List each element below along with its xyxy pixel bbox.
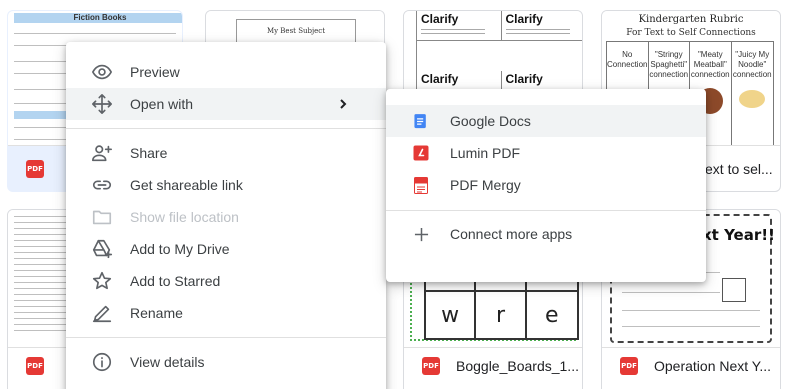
thumb-title: xt Year!! (702, 226, 775, 244)
menu-item-view-details[interactable]: View details (66, 346, 386, 378)
submenu-item-connect-apps[interactable]: Connect more apps (386, 218, 706, 250)
pdf-file-icon: PDF (422, 357, 440, 375)
menu-divider (66, 128, 386, 129)
thumb-subtitle: For Text to Self Connections (626, 28, 756, 38)
thumb-word: Clarify (505, 12, 543, 26)
thumb-title: Fiction Books (73, 13, 127, 22)
submenu-divider (386, 210, 706, 211)
google-docs-icon (413, 112, 429, 130)
plus-icon (413, 225, 429, 243)
pdf-file-icon: PDF (26, 357, 44, 375)
submenu-item-pdf-mergy[interactable]: PDF Mergy (386, 169, 706, 201)
submenu-item-lumin-pdf[interactable]: Lumin PDF (386, 137, 706, 169)
menu-item-rename[interactable]: Rename (66, 297, 386, 329)
eye-icon (90, 60, 114, 84)
menu-item-add-to-drive[interactable]: Add to My Drive (66, 233, 386, 265)
menu-item-label: Add to My Drive (130, 241, 230, 257)
menu-item-show-location: Show file location (66, 201, 386, 233)
person-add-icon (90, 141, 114, 165)
file-footer: PDF Operation Next Y... (602, 344, 780, 388)
lumin-pdf-icon (413, 144, 429, 162)
menu-divider (66, 337, 386, 338)
thumb-word: Clarify (421, 12, 459, 26)
thumb-box (722, 278, 746, 302)
file-name: Operation Next Y... (654, 358, 771, 374)
menu-item-label: Add to Starred (130, 273, 221, 289)
star-icon (90, 269, 114, 293)
menu-item-preview[interactable]: Preview (66, 56, 386, 88)
menu-item-get-link[interactable]: Get shareable link (66, 169, 386, 201)
boggle-letter: e (545, 302, 559, 328)
menu-item-open-with[interactable]: Open with (66, 88, 386, 120)
noodle-image (739, 90, 766, 108)
submenu-item-label: PDF Mergy (450, 177, 521, 193)
thumb-word: Clarify (421, 72, 459, 86)
file-name: ext to sel... (705, 161, 773, 177)
pencil-icon (90, 301, 114, 325)
context-menu: Preview Open with Share Get shareable li… (66, 42, 386, 389)
thumb-title: Kindergarten Rubric (638, 14, 744, 25)
boggle-row: w r e (424, 290, 579, 340)
rubric-col: "Juicy My Noodle" connection (732, 42, 774, 145)
menu-item-label: Open with (130, 96, 194, 112)
thumb-title: My Best Subject (266, 27, 326, 35)
submenu-item-label: Google Docs (450, 113, 531, 129)
menu-item-label: Get shareable link (130, 177, 243, 193)
file-footer: PDF Boggle_Boards_1... (404, 344, 582, 388)
folder-icon (90, 205, 114, 229)
menu-item-label: Share (130, 145, 168, 161)
menu-item-label: Show file location (130, 209, 239, 225)
pdf-mergy-icon (413, 176, 429, 194)
menu-item-label: View details (130, 354, 205, 370)
boggle-letter: r (476, 292, 527, 338)
menu-item-label: Preview (130, 64, 180, 80)
boggle-letter: w (426, 292, 477, 338)
open-with-submenu: Google Docs Lumin PDF PDF Mergy Connect … (386, 89, 706, 282)
menu-item-add-to-starred[interactable]: Add to Starred (66, 265, 386, 297)
menu-item-label: Rename (130, 305, 183, 321)
menu-item-share[interactable]: Share (66, 137, 386, 169)
file-name: Boggle_Boards_1... (456, 358, 579, 374)
move-arrows-icon (90, 92, 114, 116)
submenu-item-google-docs[interactable]: Google Docs (386, 105, 706, 137)
pdf-file-icon: PDF (26, 160, 44, 178)
submenu-item-label: Connect more apps (450, 226, 573, 242)
submenu-item-label: Lumin PDF (450, 145, 521, 161)
thumb-word: Clarify (505, 72, 543, 86)
info-icon (90, 350, 114, 374)
link-icon (90, 173, 114, 197)
chevron-right-icon (336, 97, 350, 111)
drive-add-icon (90, 237, 114, 261)
pdf-file-icon: PDF (620, 357, 638, 375)
